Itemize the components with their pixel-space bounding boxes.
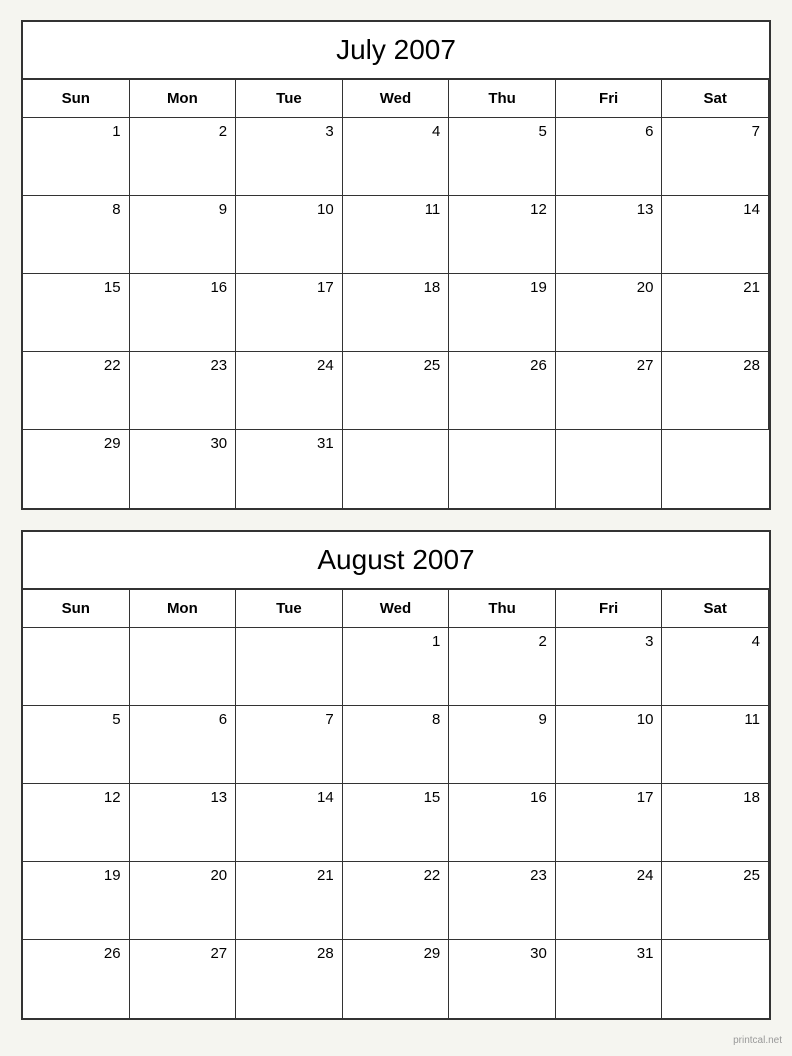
aug-day-11: 11 [662,706,769,784]
july-day-23: 23 [130,352,237,430]
july-grid: Sun Mon Tue Wed Thu Fri Sat [23,80,769,508]
july-day-24: 24 [236,352,343,430]
july-day-13: 13 [556,196,663,274]
aug-day-16: 16 [449,784,556,862]
july-day-18: 18 [343,274,450,352]
aug-day-27: 27 [130,940,237,1018]
july-day-27: 27 [556,352,663,430]
header-fri: Fri [556,80,663,118]
aug-day-23: 23 [449,862,556,940]
july-day-11: 11 [343,196,450,274]
header-tue: Tue [236,80,343,118]
july-calendar: July 2007 Sun Mon Tue Wed Thu Fri Sat [21,20,771,510]
aug-header-tue: Tue [236,590,343,628]
july-day-8: 8 [23,196,130,274]
aug-day-26: 26 [23,940,130,1018]
july-day-30: 30 [130,430,237,508]
aug-day-1: 1 [343,628,450,706]
aug-day-24: 24 [556,862,663,940]
july-day-17: 17 [236,274,343,352]
july-day-2: 2 [130,118,237,196]
header-thu: Thu [449,80,556,118]
july-day-20: 20 [556,274,663,352]
aug-day-7: 7 [236,706,343,784]
aug-day-28: 28 [236,940,343,1018]
aug-day-25: 25 [662,862,769,940]
july-day-31: 31 [236,430,343,508]
aug-day-17: 17 [556,784,663,862]
july-day-14: 14 [662,196,769,274]
aug-header-sun: Sun [23,590,130,628]
aug-day-30: 30 [449,940,556,1018]
july-day-1: 1 [23,118,130,196]
aug-day-2: 2 [449,628,556,706]
aug-header-mon: Mon [130,590,237,628]
header-mon: Mon [130,80,237,118]
august-grid: Sun Mon Tue Wed Thu Fri Sat [23,590,769,1018]
aug-day-21: 21 [236,862,343,940]
aug-day-31: 31 [556,940,663,1018]
july-title: July 2007 [23,22,769,80]
july-day-empty [449,430,556,508]
july-day-10: 10 [236,196,343,274]
aug-day-empty [236,628,343,706]
aug-day-14: 14 [236,784,343,862]
july-day-15: 15 [23,274,130,352]
august-calendar: August 2007 Sun Mon Tue Wed Thu Fri Sat [21,530,771,1020]
aug-day-10: 10 [556,706,663,784]
july-day-21: 21 [662,274,769,352]
aug-day-18: 18 [662,784,769,862]
aug-day-9: 9 [449,706,556,784]
aug-day-15: 15 [343,784,450,862]
july-day-12: 12 [449,196,556,274]
aug-day-20: 20 [130,862,237,940]
july-day-empty [343,430,450,508]
watermark: printcal.net [733,1035,782,1046]
july-day-4: 4 [343,118,450,196]
august-title: August 2007 [23,532,769,590]
aug-day-12: 12 [23,784,130,862]
aug-day-empty [23,628,130,706]
july-day-6: 6 [556,118,663,196]
header-sun: Sun [23,80,130,118]
aug-day-29: 29 [343,940,450,1018]
july-day-28: 28 [662,352,769,430]
july-day-25: 25 [343,352,450,430]
july-day-7: 7 [662,118,769,196]
july-day-empty [662,430,769,508]
july-day-26: 26 [449,352,556,430]
aug-day-19: 19 [23,862,130,940]
aug-day-empty [662,940,769,1018]
aug-header-thu: Thu [449,590,556,628]
july-day-3: 3 [236,118,343,196]
july-day-5: 5 [449,118,556,196]
aug-day-13: 13 [130,784,237,862]
aug-day-22: 22 [343,862,450,940]
july-day-16: 16 [130,274,237,352]
aug-header-wed: Wed [343,590,450,628]
aug-day-3: 3 [556,628,663,706]
july-day-29: 29 [23,430,130,508]
aug-day-empty [130,628,237,706]
header-sat: Sat [662,80,769,118]
aug-day-6: 6 [130,706,237,784]
aug-day-8: 8 [343,706,450,784]
aug-header-sat: Sat [662,590,769,628]
july-day-22: 22 [23,352,130,430]
july-day-empty [556,430,663,508]
aug-day-4: 4 [662,628,769,706]
july-day-19: 19 [449,274,556,352]
july-day-9: 9 [130,196,237,274]
aug-day-5: 5 [23,706,130,784]
header-wed: Wed [343,80,450,118]
aug-header-fri: Fri [556,590,663,628]
